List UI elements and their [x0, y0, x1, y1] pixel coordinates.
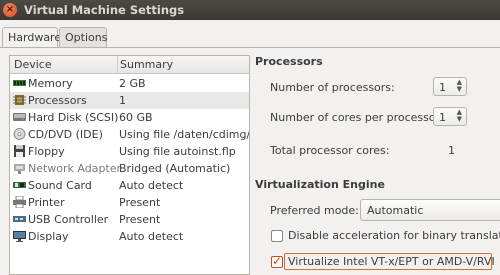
device-summary: 1 [119, 94, 126, 107]
network-adapter-icon [14, 164, 25, 174]
cores-per-processor-label: Number of cores per processor: [270, 111, 444, 124]
virtualize-vtx-label: Virtualize Intel VT-x/EPT or AMD-V/RVI [288, 255, 495, 268]
device-name: Hard Disk (SCSI) [28, 111, 119, 124]
num-processors-label: Number of processors: [270, 81, 395, 94]
device-summary: 60 GB [119, 111, 153, 124]
device-row-memory[interactable]: Memory 2 GB [10, 75, 249, 92]
device-name: Sound Card [28, 179, 92, 192]
device-summary: Using file autoinst.flp [119, 145, 236, 158]
device-summary: Bridged (Automatic) [119, 162, 231, 175]
preferred-mode-label: Preferred mode: [270, 204, 359, 217]
preferred-mode-value: Automatic [367, 204, 424, 217]
device-summary: Present [119, 196, 161, 209]
num-processors-spinner[interactable]: 1 ▲ ▼ [433, 77, 467, 96]
device-row-floppy[interactable]: Floppy Using file autoinst.flp [10, 143, 249, 160]
total-cores-value: 1 [448, 144, 455, 157]
device-row-usb-controller[interactable]: USB Controller Present [10, 211, 249, 228]
memory-icon [13, 80, 26, 86]
device-summary: Present [119, 213, 161, 226]
device-name: CD/DVD (IDE) [28, 128, 103, 141]
device-row-hard-disk[interactable]: Hard Disk (SCSI) 60 GB [10, 109, 249, 126]
device-row-network-adapter[interactable]: Network Adapter Bridged (Automatic) [10, 160, 249, 177]
summary-column-header[interactable]: Summary [120, 58, 173, 71]
printer-icon [13, 196, 26, 208]
device-table-header: Device Summary [10, 56, 249, 74]
device-name: Floppy [28, 145, 65, 158]
usb-icon [13, 216, 26, 222]
total-cores-label: Total processor cores: [270, 144, 390, 157]
device-table: Device Summary Memory 2 GB Processors 1 … [9, 55, 250, 275]
disable-acceleration-checkbox[interactable] [271, 230, 283, 242]
tab-hardware[interactable]: Hardware [2, 27, 61, 48]
title-bar: × Virtual Machine Settings [0, 0, 500, 20]
device-name: Display [28, 230, 69, 243]
virtualization-section-title: Virtualization Engine [255, 178, 385, 191]
preferred-mode-select[interactable]: Automatic [360, 199, 500, 221]
window-title: Virtual Machine Settings [24, 3, 185, 17]
device-name: Memory [28, 77, 73, 90]
sound-card-icon [13, 182, 26, 188]
device-name: Network Adapter [28, 162, 122, 175]
spinner-arrows-icon: ▲ ▼ [456, 108, 462, 123]
device-row-sound-card[interactable]: Sound Card Auto detect [10, 177, 249, 194]
device-row-processors[interactable]: Processors 1 [10, 92, 249, 109]
tab-options[interactable]: Options [59, 27, 107, 47]
tab-content-border [0, 47, 500, 48]
column-separator [117, 56, 118, 74]
cores-per-processor-spinner[interactable]: 1 ▲ ▼ [433, 107, 467, 126]
cd-dvd-icon [13, 128, 26, 140]
processors-section-title: Processors [255, 55, 323, 68]
hard-disk-icon [13, 113, 26, 121]
floppy-icon [14, 145, 25, 157]
display-icon [13, 231, 26, 242]
cores-per-processor-value: 1 [439, 111, 446, 124]
disable-acceleration-label: Disable acceleration for binary translat… [288, 229, 500, 242]
device-column-header[interactable]: Device [14, 58, 52, 71]
device-summary: Using file /daten/cdimg/m [119, 128, 250, 141]
device-summary: Auto detect [119, 179, 184, 192]
device-name: Processors [28, 94, 87, 107]
device-row-display[interactable]: Display Auto detect [10, 228, 249, 245]
spinner-arrows-icon: ▲ ▼ [456, 78, 462, 93]
device-summary: Auto detect [119, 230, 184, 243]
processor-icon [13, 95, 26, 105]
device-name: Printer [28, 196, 65, 209]
device-name: USB Controller [28, 213, 109, 226]
device-summary: 2 GB [119, 77, 146, 90]
close-icon[interactable]: × [3, 3, 17, 17]
device-row-cd-dvd[interactable]: CD/DVD (IDE) Using file /daten/cdimg/m [10, 126, 250, 143]
device-row-printer[interactable]: Printer Present [10, 194, 249, 211]
num-processors-value: 1 [439, 81, 446, 94]
virtualize-vtx-checkbox[interactable] [271, 254, 283, 268]
